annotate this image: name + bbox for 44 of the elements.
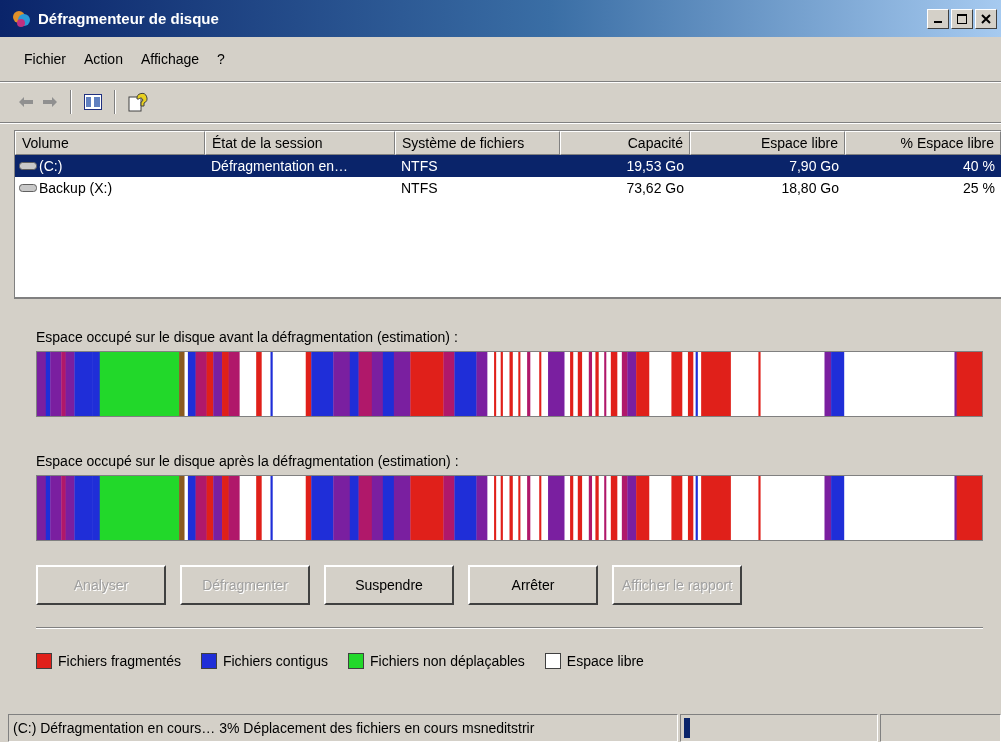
table-cell: 7,90 Go (789, 158, 839, 174)
table-cell: 73,62 Go (626, 180, 684, 196)
table-cell: 19,53 Go (626, 158, 684, 174)
table-cell: 25 % (963, 180, 995, 196)
column-header[interactable]: Volume (15, 131, 205, 155)
legend-label: Fichiers non déplaçables (370, 653, 525, 669)
minimize-icon (934, 20, 942, 23)
legend-label: Espace libre (566, 653, 644, 669)
column-header[interactable]: Espace libre (690, 131, 845, 155)
window-title: Défragmenteur de disque (38, 10, 220, 27)
legend-label: Fichiers fragmentés (58, 653, 181, 669)
column-header[interactable]: État de la session (205, 131, 395, 155)
table-cell: 40 % (963, 158, 995, 174)
minimize-button[interactable] (927, 8, 949, 29)
maximize-button[interactable] (951, 8, 973, 29)
menu-item[interactable]: ? (209, 48, 233, 70)
maximize-icon (957, 13, 967, 24)
disk-map-label: Espace occupé sur le disque après la défragmentation (estimation) : (36, 453, 460, 469)
action-button[interactable]: Suspendre (324, 565, 454, 605)
action-button[interactable]: Arrêter (468, 565, 598, 605)
table-cell: (C:) (39, 158, 63, 174)
volume-row[interactable]: (C:) Défragmentation en… NTFS 19,53 Go 7,90 Go 40 % (15, 155, 1001, 177)
status-text: (C:) Défragmentation en cours… 3% Déplacement des fichiers en cours msneditstrir (8, 714, 678, 742)
drive-icon (19, 161, 37, 171)
column-header[interactable]: Système de fichiers (395, 131, 560, 155)
volume-row[interactable]: Backup (X:) NTFS 73,62 Go 18,80 Go 25 % (15, 177, 1001, 199)
menu-item[interactable]: Action (76, 48, 131, 70)
table-cell: 18,80 Go (781, 180, 839, 196)
close-icon (981, 13, 991, 24)
table-cell: NTFS (401, 158, 438, 174)
table-cell: NTFS (401, 180, 438, 196)
menu-item[interactable]: Fichier (16, 48, 74, 70)
table-cell: Backup (X:) (39, 180, 113, 196)
table-cell: Défragmentation en… (211, 158, 348, 174)
column-header[interactable]: Capacité (560, 131, 690, 155)
app-icon (12, 8, 32, 29)
menu-item[interactable]: Affichage (132, 48, 208, 70)
legend-label: Fichiers contigus (222, 653, 328, 669)
help-icon[interactable] (128, 92, 148, 112)
panel-toggle-icon[interactable] (84, 94, 102, 110)
drive-icon (19, 183, 37, 193)
disk-map-label: Espace occupé sur le disque avant la défragmentation (estimation) : (36, 329, 459, 345)
close-button[interactable] (975, 8, 997, 29)
column-header[interactable]: % Espace libre (845, 131, 1001, 155)
